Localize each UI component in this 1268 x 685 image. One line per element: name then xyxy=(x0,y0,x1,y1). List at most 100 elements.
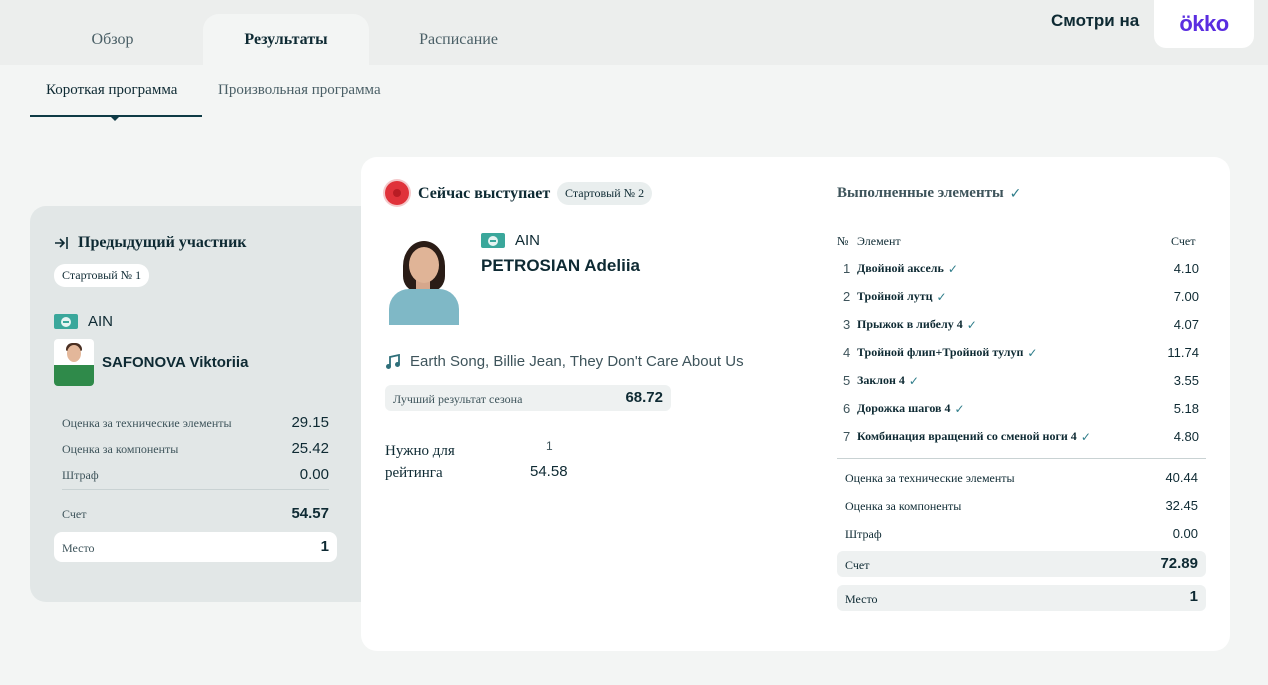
previous-title: Предыдущий участник xyxy=(54,234,247,252)
check-icon: ✓ xyxy=(936,289,947,304)
watch-on-label: Смотри на xyxy=(1051,11,1140,30)
score-label: Счет xyxy=(62,507,87,521)
score-value: 54.57 xyxy=(291,505,329,522)
tab-schedule[interactable]: Расписание xyxy=(376,14,541,65)
divider xyxy=(62,489,329,490)
element-number: 6 xyxy=(843,401,851,416)
top-navigation: Обзор Результаты Расписание Смотри на ök… xyxy=(0,0,1268,65)
score-value: 72.89 xyxy=(1160,555,1198,572)
previous-title-text: Предыдущий участник xyxy=(78,234,247,251)
element-name-text: Тройной флип+Тройной тулуп xyxy=(857,345,1024,359)
penalty-value: 0.00 xyxy=(1172,526,1198,541)
score-label: Счет xyxy=(845,558,870,572)
completed-elements-title: Выполненные элементы ✓ xyxy=(837,185,1021,202)
table-row: 6 Дорожка шагов 4 ✓ 5.18 xyxy=(837,401,1199,429)
country-row: AIN xyxy=(54,313,113,330)
element-number: 4 xyxy=(843,345,851,360)
column-number: № xyxy=(837,234,849,248)
needed-for-rank-label: Нужно для рейтинга xyxy=(385,443,455,481)
country-code: AIN xyxy=(88,313,114,330)
athlete-name: SAFONOVA Viktoriia xyxy=(102,354,249,371)
place-box: Место 1 xyxy=(54,532,337,562)
check-icon: ✓ xyxy=(908,373,919,388)
table-row: 4 Тройной флип+Тройной тулуп ✓ 11.74 xyxy=(837,345,1199,373)
column-element: Элемент xyxy=(857,234,901,248)
element-score: 11.74 xyxy=(1167,345,1199,360)
element-name: Тройной лутц ✓ xyxy=(857,289,947,304)
element-name: Дорожка шагов 4 ✓ xyxy=(857,401,965,416)
element-score: 4.07 xyxy=(1173,317,1199,332)
element-name-text: Прыжок в либелу 4 xyxy=(857,317,963,331)
column-score: Счет xyxy=(1171,234,1196,248)
element-score: 5.18 xyxy=(1173,401,1199,416)
place-label: Место xyxy=(845,592,878,606)
tab-overview[interactable]: Обзор xyxy=(30,14,195,65)
element-number: 3 xyxy=(843,317,851,332)
needed-rank: 1 xyxy=(546,439,553,453)
music-row: Earth Song, Billie Jean, They Don't Care… xyxy=(385,353,744,370)
tab-results[interactable]: Результаты xyxy=(203,14,369,65)
start-number-badge: Стартовый № 1 xyxy=(54,264,150,287)
now-performing-title: Сейчас выступает xyxy=(418,185,551,202)
element-number: 2 xyxy=(843,289,851,304)
live-dot-icon xyxy=(385,181,409,205)
tech-score-label: Оценка за технические элементы xyxy=(62,416,232,430)
avatar xyxy=(385,235,463,325)
table-row: 3 Прыжок в либелу 4 ✓ 4.07 xyxy=(837,317,1199,345)
components-label: Оценка за компоненты xyxy=(62,442,179,456)
check-icon: ✓ xyxy=(1009,185,1022,202)
table-row: 5 Заклон 4 ✓ 3.55 xyxy=(837,373,1199,401)
total-score-box: Счет 72.89 xyxy=(837,551,1206,577)
place-value: 1 xyxy=(1189,588,1198,605)
login-arrow-icon xyxy=(55,237,68,249)
element-number: 1 xyxy=(843,261,851,276)
element-name: Тройной флип+Тройной тулуп ✓ xyxy=(857,345,1037,360)
element-score: 4.10 xyxy=(1173,261,1199,276)
element-name: Двойной аксель ✓ xyxy=(857,261,958,276)
flag-icon xyxy=(54,314,78,329)
divider xyxy=(837,458,1206,459)
okko-logo: ökko xyxy=(1179,11,1229,36)
music-title: Earth Song, Billie Jean, They Don't Care… xyxy=(410,353,744,370)
element-name: Заклон 4 ✓ xyxy=(857,373,919,388)
element-name-text: Комбинация вращений со сменой ноги 4 xyxy=(857,429,1077,443)
okko-logo-button[interactable]: ökko xyxy=(1154,0,1254,48)
penalty-value: 0.00 xyxy=(299,466,329,483)
components-label: Оценка за компоненты xyxy=(845,499,962,513)
tech-score-label: Оценка за технические элементы xyxy=(845,471,1015,485)
season-best-box: Лучший результат сезона 68.72 xyxy=(385,385,671,411)
element-name-text: Заклон 4 xyxy=(857,373,905,387)
place-label: Место xyxy=(62,541,95,555)
element-name: Прыжок в либелу 4 ✓ xyxy=(857,317,977,332)
place-box: Место 1 xyxy=(837,585,1206,611)
components-value: 25.42 xyxy=(291,440,329,457)
penalty-label: Штраф xyxy=(62,468,99,482)
season-best-label: Лучший результат сезона xyxy=(393,392,523,406)
element-score: 3.55 xyxy=(1173,373,1199,388)
subtab-short-program[interactable]: Короткая программа xyxy=(30,78,202,121)
previous-participant-card: Предыдущий участник Стартовый № 1 AIN SA… xyxy=(30,206,390,602)
element-number: 7 xyxy=(843,429,851,444)
completed-elements-text: Выполненные элементы xyxy=(837,185,1004,201)
tech-score-value: 40.44 xyxy=(1165,470,1198,485)
element-score: 7.00 xyxy=(1173,289,1199,304)
subtab-free-program[interactable]: Произвольная программа xyxy=(218,78,381,117)
country-code: AIN xyxy=(515,232,541,249)
tech-score-value: 29.15 xyxy=(291,414,329,431)
athlete-name: PETROSIAN Adeliia xyxy=(481,256,641,275)
element-name-text: Тройной лутц xyxy=(857,289,933,303)
element-name: Комбинация вращений со сменой ноги 4 ✓ xyxy=(857,429,1091,444)
needed-score: 54.58 xyxy=(530,463,568,480)
check-icon: ✓ xyxy=(1027,345,1038,360)
table-row: 1 Двойной аксель ✓ 4.10 xyxy=(837,261,1199,289)
check-icon: ✓ xyxy=(966,317,977,332)
element-name-text: Дорожка шагов 4 xyxy=(857,401,951,415)
season-best-value: 68.72 xyxy=(625,389,663,406)
flag-icon xyxy=(481,233,505,248)
active-caret-icon xyxy=(110,116,120,121)
check-icon: ✓ xyxy=(954,401,965,416)
place-value: 1 xyxy=(320,538,329,555)
start-number-badge: Стартовый № 2 xyxy=(557,182,653,205)
components-value: 32.45 xyxy=(1165,498,1198,513)
check-icon: ✓ xyxy=(947,261,958,276)
